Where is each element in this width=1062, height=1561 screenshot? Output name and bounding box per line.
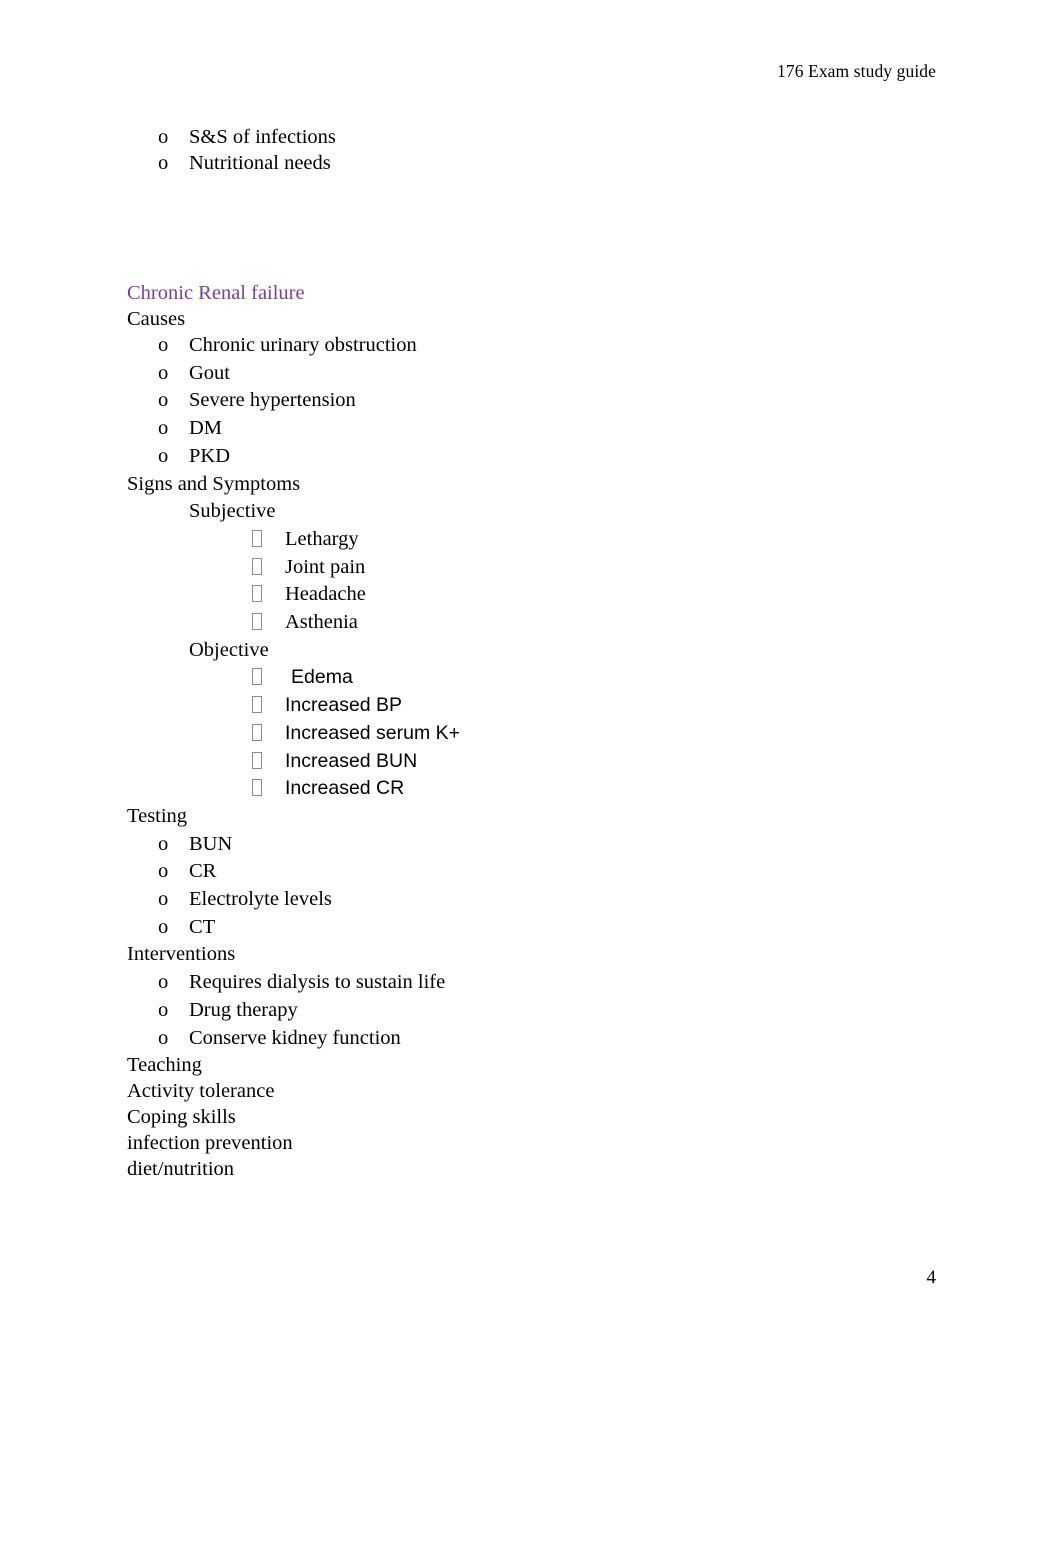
trailing-line: infection prevention xyxy=(127,1132,293,1155)
list-item: o CR xyxy=(158,858,947,886)
trailing-line: diet/nutrition xyxy=(127,1158,235,1181)
list-item: o PKD xyxy=(158,443,947,471)
list-item-label: Requires dialysis to sustain life xyxy=(189,971,446,994)
list-item-label: CR xyxy=(189,860,217,883)
bullet-o-icon: o xyxy=(158,1026,169,1049)
section-title: Chronic Renal failure xyxy=(127,282,305,304)
list-item: Increased BUN xyxy=(252,748,947,776)
list-item-label: Lethargy xyxy=(285,527,359,550)
objective-label: Objective xyxy=(189,638,269,661)
list-item-label: Increased CR xyxy=(285,777,405,800)
bullet-o-icon: o xyxy=(158,389,169,412)
trailing-line: Coping skills xyxy=(127,1106,236,1129)
intro-list: o S&S of infections o Nutritional needs xyxy=(127,124,947,176)
list-item-label: Increased serum K+ xyxy=(285,721,461,744)
list-item: o Drug therapy xyxy=(158,997,947,1025)
list-item-label: Electrolyte levels xyxy=(189,888,332,911)
testing-label: Testing xyxy=(127,804,188,827)
list-item: Lethargy xyxy=(252,526,947,554)
document-page: 176 Exam study guide o S&S of infections… xyxy=(0,0,1062,1561)
list-item: o Nutritional needs xyxy=(158,150,947,176)
list-item: o CT xyxy=(158,914,947,942)
bullet-o-icon: o xyxy=(158,888,169,911)
document-header: 176 Exam study guide xyxy=(777,61,936,81)
bullet-box-icon xyxy=(252,775,285,803)
bullet-box-icon xyxy=(252,664,291,692)
bullet-box-icon xyxy=(252,554,285,582)
bullet-o-icon: o xyxy=(158,334,169,356)
bullet-box-icon xyxy=(252,692,285,720)
list-item-label: Increased BUN xyxy=(285,749,418,772)
bullet-box-icon xyxy=(252,526,285,554)
objective-list: Edema Increased BP Increased serum K+ In… xyxy=(127,664,947,803)
list-item: o Severe hypertension xyxy=(158,387,947,415)
list-item: o Electrolyte levels xyxy=(158,886,947,914)
list-item: o Conserve kidney function xyxy=(158,1025,947,1053)
list-item-label: Chronic urinary obstruction xyxy=(189,334,417,356)
list-item: Headache xyxy=(252,581,947,609)
bullet-o-icon: o xyxy=(158,126,169,148)
subjective-label: Subjective xyxy=(189,500,276,523)
document-body: o S&S of infections o Nutritional needs … xyxy=(127,124,947,1182)
list-item: Increased serum K+ xyxy=(252,720,947,748)
page-number: 4 xyxy=(926,1267,937,1288)
list-item-label: DM xyxy=(189,417,223,440)
list-item-label: S&S of infections xyxy=(189,126,336,148)
list-item-label: BUN xyxy=(189,832,233,855)
list-item-label: Conserve kidney function xyxy=(189,1026,401,1049)
trailing-line: Teaching xyxy=(127,1054,202,1077)
trailing-line: Activity tolerance xyxy=(127,1080,275,1103)
list-item: o Requires dialysis to sustain life xyxy=(158,969,947,997)
list-item-label: Edema xyxy=(291,666,353,689)
list-item: o S&S of infections xyxy=(158,124,947,150)
list-item-label: CT xyxy=(189,915,216,938)
list-item-label: Gout xyxy=(189,361,230,384)
bullet-o-icon: o xyxy=(158,860,169,883)
list-item: Asthenia xyxy=(252,609,947,637)
list-item: o BUN xyxy=(158,831,947,859)
bullet-box-icon xyxy=(252,609,285,637)
signs-and-symptoms-label: Signs and Symptoms xyxy=(127,472,301,495)
list-item: o Chronic urinary obstruction xyxy=(158,332,947,360)
bullet-box-icon xyxy=(252,720,285,748)
trailing-lines: Teaching Activity tolerance Coping skill… xyxy=(127,1052,947,1182)
list-item: Joint pain xyxy=(252,554,947,582)
bullet-o-icon: o xyxy=(158,915,169,938)
causes-list: o Chronic urinary obstruction o Gout o S… xyxy=(127,332,947,471)
list-item-label: PKD xyxy=(189,444,231,467)
causes-label: Causes xyxy=(127,308,186,330)
list-item-label: Headache xyxy=(285,583,366,606)
bullet-o-icon: o xyxy=(158,361,169,384)
list-item-label: Nutritional needs xyxy=(189,152,331,174)
list-item: Edema xyxy=(252,664,947,692)
bullet-o-icon: o xyxy=(158,998,169,1021)
list-item-label: Drug therapy xyxy=(189,998,298,1021)
list-item: Increased CR xyxy=(252,775,947,803)
bullet-o-icon: o xyxy=(158,832,169,855)
list-item: Increased BP xyxy=(252,692,947,720)
testing-list: o BUN o CR o Electrolyte levels o CT xyxy=(127,831,947,942)
list-item-label: Severe hypertension xyxy=(189,389,356,412)
interventions-list: o Requires dialysis to sustain life o Dr… xyxy=(127,969,947,1052)
list-item-label: Increased BP xyxy=(285,694,403,717)
bullet-o-icon: o xyxy=(158,417,169,440)
interventions-label: Interventions xyxy=(127,943,236,966)
list-item-label: Asthenia xyxy=(285,611,358,634)
bullet-o-icon: o xyxy=(158,444,169,467)
list-item: o DM xyxy=(158,415,947,443)
subjective-list: Lethargy Joint pain Headache Asthenia xyxy=(127,526,947,637)
bullet-o-icon: o xyxy=(158,971,169,994)
list-item: o Gout xyxy=(158,360,947,388)
bullet-box-icon xyxy=(252,748,285,776)
bullet-box-icon xyxy=(252,581,285,609)
bullet-o-icon: o xyxy=(158,152,169,174)
list-item-label: Joint pain xyxy=(285,555,366,578)
